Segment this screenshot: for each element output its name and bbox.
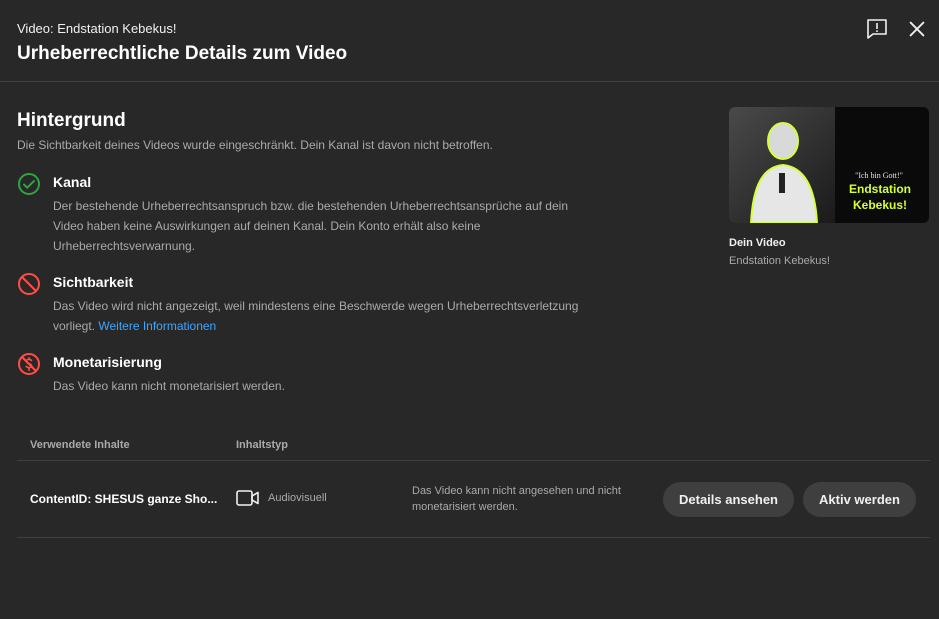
item-text: Der bestehende Urheberrechtsanspruch bzw… <box>53 199 568 253</box>
close-button[interactable] <box>904 16 930 42</box>
visibility-status-item: Sichtbarkeit Das Video wird nicht angeze… <box>17 272 597 336</box>
video-subtitle: Video: Endstation Kebekus! <box>17 21 177 36</box>
channel-status-item: Kanal Der bestehende Urheberrechtsanspru… <box>17 172 597 256</box>
section-description: Die Sichtbarkeit deines Videos wurde ein… <box>17 138 493 152</box>
content-id-cell: ContentID: SHESUS ganze Sho... <box>30 492 218 506</box>
content-type-cell: Audiovisuell <box>268 492 327 504</box>
monetization-status-item: Monetarisierung Das Video kann nicht mon… <box>17 352 597 396</box>
table-bottom-divider <box>17 537 930 538</box>
take-action-button[interactable]: Aktiv werden <box>803 482 916 517</box>
your-video-label: Dein Video <box>729 237 786 249</box>
item-heading: Kanal <box>53 174 92 190</box>
section-title: Hintergrund <box>17 110 126 131</box>
check-circle-icon <box>18 173 40 195</box>
person-silhouette-image <box>749 122 819 223</box>
video-thumbnail[interactable]: "Ich bin Gott!" Endstation Kebekus! <box>729 107 929 223</box>
feedback-button[interactable] <box>864 16 890 42</box>
thumbnail-title-line2: Kebekus! <box>852 198 908 212</box>
table-divider <box>17 460 930 461</box>
content-status-cell: Das Video kann nicht angesehen und nicht… <box>412 485 621 513</box>
blocked-icon <box>18 273 40 295</box>
dialog-header: Video: Endstation Kebekus! Urheberrechtl… <box>0 0 939 82</box>
item-heading: Monetarisierung <box>53 354 162 370</box>
item-heading: Sichtbarkeit <box>53 274 134 290</box>
video-name: Endstation Kebekus! <box>729 255 830 267</box>
column-header-content: Verwendete Inhalte <box>30 439 130 451</box>
thumbnail-quote: "Ich bin Gott!" <box>855 171 903 180</box>
close-icon <box>909 21 925 37</box>
view-details-button[interactable]: Details ansehen <box>663 482 794 517</box>
dialog-title: Urheberrechtliche Details zum Video <box>17 43 348 64</box>
item-text: Das Video wird nicht angezeigt, weil min… <box>53 296 593 336</box>
video-camera-icon <box>236 490 259 506</box>
feedback-icon <box>867 19 887 39</box>
thumbnail-title-line1: Endstation <box>849 182 911 196</box>
more-info-link[interactable]: Weitere Informationen <box>98 319 216 333</box>
demonetized-icon <box>18 353 40 375</box>
column-header-type: Inhaltstyp <box>236 439 288 451</box>
item-text: Das Video kann nicht monetarisiert werde… <box>53 379 285 393</box>
